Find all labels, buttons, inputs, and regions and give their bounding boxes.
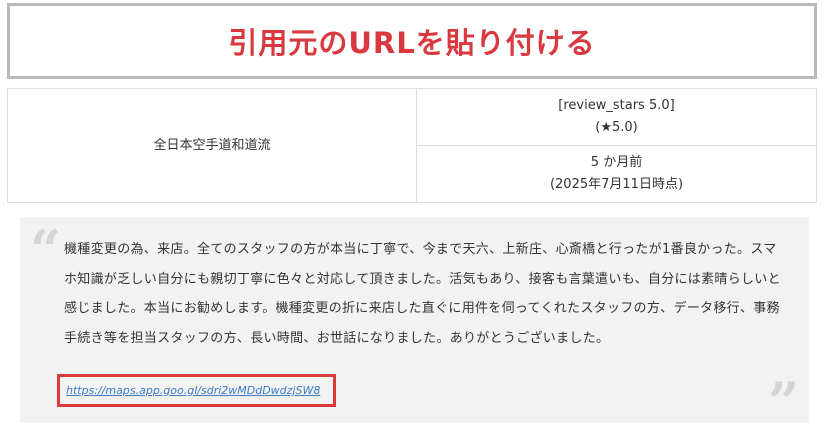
relative-time: 5 か月前 bbox=[590, 155, 643, 170]
stars-shortcode: [review_stars 5.0] bbox=[558, 98, 675, 113]
review-text: 機種変更の為、来店。全てのスタッフの方が本当に丁寧で、今まで天六、上新庄、心斎橋… bbox=[64, 242, 781, 346]
rating-cell: [review_stars 5.0] (★5.0) bbox=[416, 88, 817, 146]
link-highlight-box: https://maps.app.goo.gl/sdri2wMDdDwdzjSW… bbox=[57, 374, 336, 407]
store-name: 全日本空手道和道流 bbox=[7, 88, 417, 203]
page-title: 引用元のURLを貼り付ける bbox=[228, 26, 596, 60]
as-of-date: (2025年7月11日時点) bbox=[549, 177, 684, 192]
close-quote-icon: ” bbox=[767, 370, 799, 434]
source-url-link[interactable]: https://maps.app.goo.gl/sdri2wMDdDwdzjSW… bbox=[66, 384, 320, 397]
stars-value: (★5.0) bbox=[595, 120, 638, 135]
review-quote: “ 機種変更の為、来店。全てのスタッフの方が本当に丁寧で、今まで天六、上新庄、心… bbox=[20, 217, 809, 429]
title-banner: 引用元のURLを貼り付ける bbox=[7, 3, 817, 79]
date-cell: 5 か月前 (2025年7月11日時点) bbox=[416, 145, 817, 203]
review-info-table: 全日本空手道和道流 [review_stars 5.0] (★5.0) 5 か月… bbox=[7, 88, 817, 203]
open-quote-icon: “ bbox=[30, 218, 62, 282]
